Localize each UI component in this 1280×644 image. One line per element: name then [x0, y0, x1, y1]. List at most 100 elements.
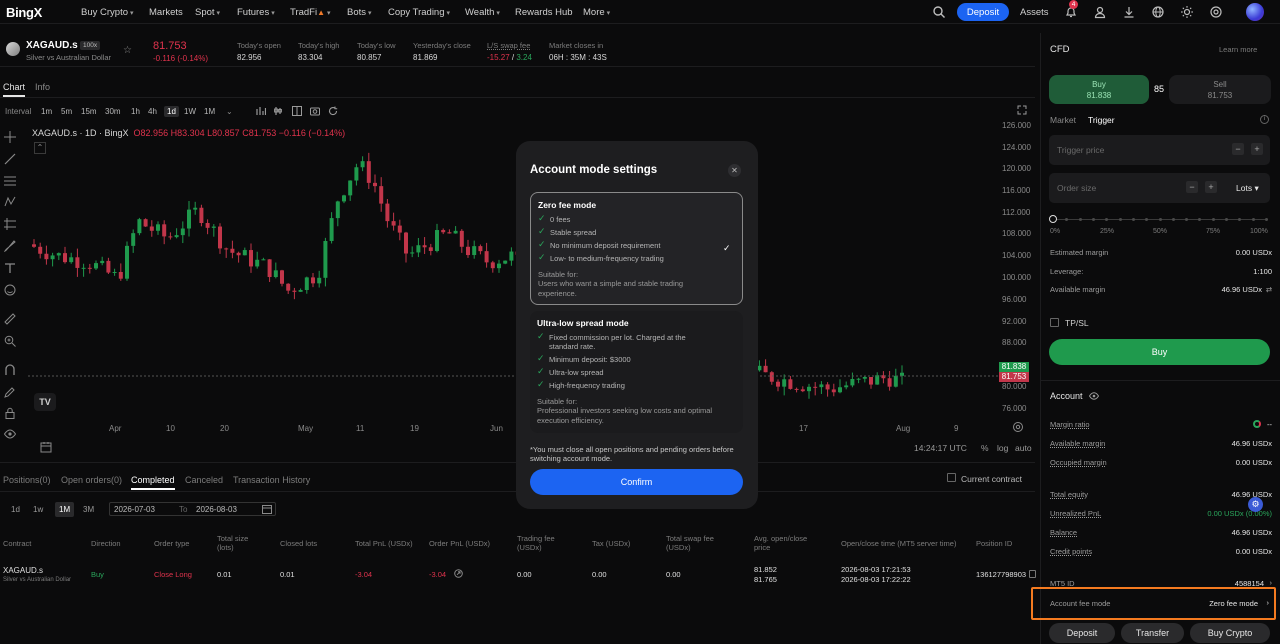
minus-button[interactable]: −: [1186, 181, 1198, 193]
theme-sun-icon[interactable]: [1180, 5, 1194, 19]
brush-icon[interactable]: [4, 240, 16, 252]
nav-more[interactable]: More ▾: [583, 7, 610, 18]
chevron-right-icon[interactable]: ›: [1270, 578, 1273, 587]
tpsl-checkbox[interactable]: [1050, 318, 1059, 327]
auto-toggle[interactable]: auto: [1015, 443, 1032, 453]
buy-crypto-button[interactable]: Buy Crypto: [1190, 623, 1270, 643]
slider-step[interactable]: [1091, 218, 1095, 221]
search-icon[interactable]: [932, 5, 946, 19]
avatar[interactable]: [1246, 3, 1264, 21]
download-icon[interactable]: [1122, 5, 1136, 19]
chart-type-icon[interactable]: [256, 106, 266, 116]
info-icon[interactable]: i: [1260, 115, 1269, 124]
deposit-button[interactable]: Deposit: [957, 3, 1009, 21]
stat-swap-fee[interactable]: L/S swap fee -15.27 / 3.24: [487, 41, 532, 62]
user-icon[interactable]: [1093, 5, 1107, 19]
plus-button[interactable]: +: [1205, 181, 1217, 193]
deposit-bottom-button[interactable]: Deposit: [1049, 623, 1115, 643]
pencil-lock-icon[interactable]: [4, 386, 16, 398]
share-icon[interactable]: [454, 569, 463, 578]
slider-step[interactable]: [1251, 218, 1255, 221]
slider-step[interactable]: [1131, 218, 1135, 221]
fib-icon[interactable]: [4, 175, 16, 187]
learn-more-link[interactable]: Learn more: [1219, 45, 1257, 54]
nav-copy-trading[interactable]: Copy Trading ▾: [388, 7, 450, 18]
row-contract[interactable]: XAGAUD.s: [3, 566, 43, 575]
period-1m[interactable]: 1M: [55, 502, 75, 517]
support-chat-icon[interactable]: ⚙: [1248, 497, 1263, 512]
calendar-icon[interactable]: [40, 441, 52, 453]
lots-select[interactable]: Lots ▾: [1236, 183, 1259, 194]
period-1w[interactable]: 1w: [33, 505, 43, 514]
slider-step[interactable]: [1118, 218, 1122, 221]
tab-canceled[interactable]: Canceled: [185, 475, 223, 485]
slider-step[interactable]: [1049, 215, 1057, 223]
emoji-icon[interactable]: [4, 284, 16, 296]
tab-open-orders[interactable]: Open orders(0): [61, 475, 122, 485]
star-icon[interactable]: ☆: [123, 45, 132, 56]
nav-futures[interactable]: Futures ▾: [237, 7, 275, 18]
lock-icon[interactable]: [4, 407, 16, 419]
nav-buy-crypto[interactable]: Buy Crypto ▾: [81, 7, 134, 18]
close-icon[interactable]: ✕: [728, 164, 741, 177]
nav-wealth[interactable]: Wealth ▾: [465, 7, 500, 18]
account-fee-mode-row[interactable]: Account fee mode Zero fee mode ›: [1050, 598, 1272, 608]
tf-1h[interactable]: 1h: [131, 107, 140, 116]
tab-market[interactable]: Market: [1050, 115, 1076, 125]
projection-icon[interactable]: [4, 218, 16, 230]
transfer-button[interactable]: Transfer: [1121, 623, 1184, 643]
slider-step[interactable]: [1158, 218, 1162, 221]
tab-positions[interactable]: Positions(0): [3, 475, 51, 485]
nav-spot[interactable]: Spot ▾: [195, 7, 220, 18]
calendar-icon[interactable]: [262, 504, 272, 514]
current-contract-checkbox[interactable]: [947, 473, 956, 482]
percent-toggle[interactable]: %: [981, 443, 989, 453]
tab-chart[interactable]: Chart: [3, 82, 25, 92]
eye-icon[interactable]: [4, 428, 16, 440]
magnet-icon[interactable]: [4, 364, 16, 376]
indicators-icon[interactable]: [274, 106, 284, 116]
camera-icon[interactable]: [310, 106, 320, 116]
tf-4h[interactable]: 4h: [148, 107, 157, 116]
candlestick-chart[interactable]: [28, 120, 998, 438]
zero-fee-option[interactable]: Zero fee mode ✓ 0 fees ✓ Stable spread ✓ No…: [530, 192, 743, 305]
pattern-icon[interactable]: [4, 196, 16, 208]
settings-icon[interactable]: [1012, 421, 1024, 433]
chevron-down-icon[interactable]: ⌄: [226, 107, 233, 116]
ruler-icon[interactable]: [4, 313, 16, 325]
date-from[interactable]: 2026-07-03: [114, 505, 155, 514]
zoom-icon[interactable]: [4, 335, 16, 347]
layout-icon[interactable]: [292, 106, 302, 116]
globe-icon[interactable]: [1151, 5, 1165, 19]
tab-completed[interactable]: Completed: [131, 475, 175, 485]
slider-step[interactable]: [1265, 218, 1268, 221]
tab-info[interactable]: Info: [35, 82, 50, 92]
tf-1w[interactable]: 1W: [184, 107, 196, 116]
trendline-icon[interactable]: [4, 153, 16, 165]
plus-button[interactable]: +: [1251, 143, 1263, 155]
buy-button[interactable]: Buy: [1049, 339, 1270, 365]
ultra-low-spread-option[interactable]: Ultra-low spread mode ✓ Fixed commission …: [530, 311, 743, 433]
period-1d[interactable]: 1d: [11, 505, 20, 514]
slider-step[interactable]: [1078, 218, 1082, 221]
tf-5m[interactable]: 5m: [61, 107, 72, 116]
bingx-logo[interactable]: BingX: [6, 5, 42, 20]
slider-step[interactable]: [1171, 218, 1175, 221]
eye-icon[interactable]: [1089, 391, 1099, 401]
minus-button[interactable]: −: [1232, 143, 1244, 155]
tf-15m[interactable]: 15m: [81, 107, 97, 116]
fullscreen-icon[interactable]: [1017, 105, 1027, 115]
tab-trigger[interactable]: Trigger: [1088, 115, 1115, 125]
slider-step[interactable]: [1211, 218, 1215, 221]
period-3m[interactable]: 3M: [83, 505, 94, 514]
refresh-icon[interactable]: [328, 106, 338, 116]
order-size-input[interactable]: Order size − + Lots ▾: [1049, 173, 1270, 203]
tf-1d[interactable]: 1d: [164, 106, 179, 117]
nav-rewards-hub[interactable]: Rewards Hub: [515, 7, 573, 18]
tradingview-logo[interactable]: TV: [34, 393, 56, 411]
text-icon[interactable]: [4, 262, 16, 274]
nav-assets[interactable]: Assets: [1020, 7, 1049, 18]
date-to[interactable]: 2026-08-03: [196, 505, 237, 514]
crosshair-icon[interactable]: [4, 131, 16, 143]
tf-1mo[interactable]: 1M: [204, 107, 215, 116]
